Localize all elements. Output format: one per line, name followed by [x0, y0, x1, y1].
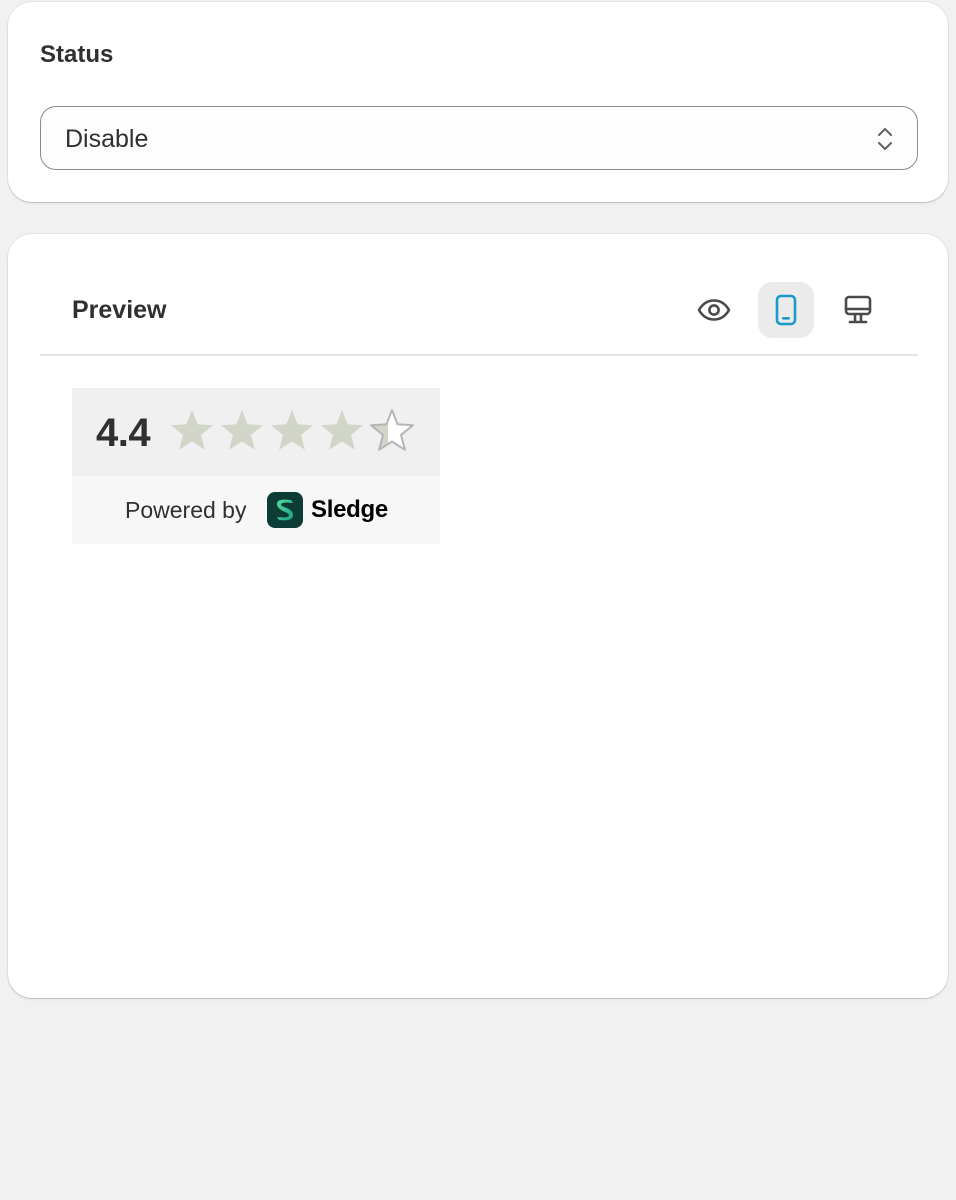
rating-value: 4.4 — [96, 411, 151, 455]
sledge-logo-icon — [267, 492, 303, 528]
star-3 — [271, 410, 313, 450]
star-2 — [221, 410, 263, 450]
preview-mobile-button[interactable] — [758, 282, 814, 338]
chevron-up-down-icon — [878, 128, 892, 150]
rating-widget: 4.4 Powered by Sledge — [72, 388, 440, 544]
eye-icon — [697, 299, 731, 321]
status-card: Status Disable — [8, 2, 948, 202]
powered-by-row: Powered by Sledge — [72, 476, 440, 544]
star-1 — [171, 410, 213, 450]
brand-name: Sledge — [311, 496, 388, 523]
preview-eye-button[interactable] — [686, 282, 742, 338]
star-rating — [171, 409, 414, 451]
rating-widget-top: 4.4 — [72, 388, 440, 476]
preview-desktop-button[interactable] — [830, 282, 886, 338]
star-4 — [321, 410, 363, 450]
preview-title: Preview — [72, 296, 167, 324]
powered-by-text: Powered by — [125, 497, 247, 523]
desktop-icon — [844, 295, 872, 324]
status-select[interactable]: Disable — [40, 106, 918, 170]
preview-card: Preview 4.4 Powered by Sledge — [8, 234, 948, 998]
status-title: Status — [40, 41, 114, 68]
star-5 — [370, 409, 414, 451]
preview-divider — [40, 354, 918, 356]
mobile-icon — [775, 294, 797, 326]
status-select-value: Disable — [65, 125, 149, 153]
